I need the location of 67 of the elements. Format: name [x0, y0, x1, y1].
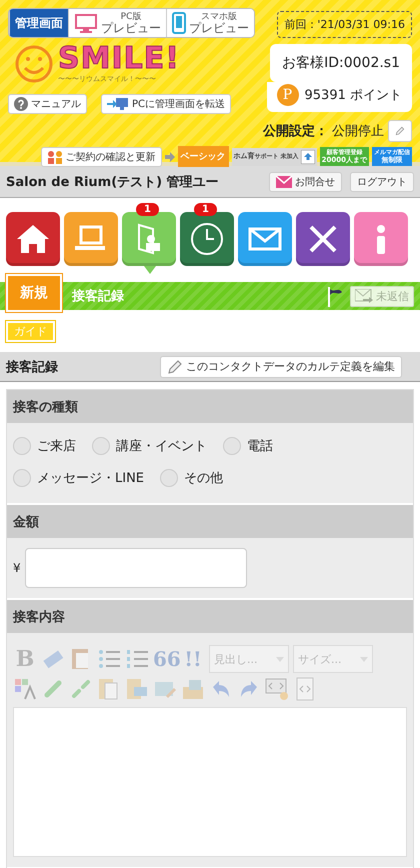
radio-label: メッセージ・LINE [37, 470, 144, 487]
logo-title: SMILE! [58, 44, 180, 74]
folder-monitor-icon[interactable] [125, 677, 149, 701]
menu-tile[interactable] [354, 212, 408, 266]
sub-title: 接客記録 [72, 288, 125, 305]
radio-label: 電話 [247, 438, 273, 455]
menu-tile[interactable] [296, 212, 350, 266]
flag-icon [326, 285, 344, 307]
people-icon [46, 150, 63, 164]
radio-label: ご来店 [37, 438, 76, 455]
smiley-icon [14, 44, 54, 84]
radio-label: その他 [184, 470, 224, 487]
contact-button[interactable]: お問合せ [269, 172, 342, 192]
amount-field[interactable] [24, 548, 247, 588]
count-badge: 1 [194, 203, 217, 216]
menu-tile[interactable] [238, 212, 292, 266]
count-badge: 1 [136, 203, 159, 216]
manual-button[interactable]: マニュアル [8, 94, 87, 114]
plan-label: ベーシック [178, 146, 229, 167]
customer-id: お客様ID:0002.s1 [270, 44, 412, 82]
menu-tile[interactable] [180, 212, 234, 266]
field-header: 接客内容 [7, 600, 413, 633]
edit-button[interactable] [388, 120, 412, 142]
pencil-icon [167, 358, 183, 374]
monitor-icon [74, 13, 98, 33]
edit-definition-button[interactable]: このコンタクトデータのカルテ定義を編集 [160, 356, 402, 378]
radio-button[interactable] [13, 469, 31, 487]
help-icon [14, 97, 28, 111]
clock-icon [189, 221, 225, 257]
menu-tile[interactable] [6, 212, 60, 266]
envelope-arrow-icon [355, 289, 373, 303]
field-header: 金額 [7, 505, 413, 538]
monitor-code-icon[interactable] [265, 677, 289, 701]
unlink-icon[interactable] [69, 677, 93, 701]
photo-frame-icon[interactable] [181, 677, 205, 701]
monitor-arrow-icon [107, 97, 129, 111]
bullet-list-icon[interactable] [97, 647, 121, 671]
arrow-icon [164, 152, 175, 162]
caret-icon [360, 656, 368, 662]
radio-button[interactable] [223, 437, 241, 455]
menu-tile[interactable] [64, 212, 118, 266]
text-editor[interactable] [13, 707, 407, 857]
caret-icon [276, 656, 284, 662]
radio-button[interactable] [92, 437, 110, 455]
publish-status: 公開停止 [332, 123, 384, 140]
numbered-list-icon[interactable] [125, 647, 149, 671]
logout-button[interactable]: ログアウト [350, 172, 414, 192]
points-badge: P [276, 84, 298, 106]
contract-button[interactable]: ご契約の確認と更新 [40, 146, 162, 166]
radio-label: 講座・イベント [116, 438, 207, 455]
radio-button[interactable] [160, 469, 178, 487]
publish-label: 公開設定： [263, 122, 328, 140]
points-value: 95391 ポイント [304, 87, 402, 104]
phone-icon [172, 12, 186, 34]
admin-tab[interactable]: 管理画面 [9, 9, 68, 37]
upload-icon [300, 150, 315, 164]
last-login-time: 前回：'21/03/31 09:16 [277, 10, 412, 38]
currency-symbol: ¥ [13, 561, 21, 575]
transfer-button[interactable]: PCに管理画面を転送 [101, 94, 232, 114]
text-color-icon[interactable] [13, 677, 37, 701]
info-icon [377, 224, 385, 254]
radio-button[interactable] [13, 437, 31, 455]
page-title: Salon de Rium(テスト) 管理ユー [6, 174, 219, 190]
section-title: 接客記録 [6, 358, 58, 376]
preview-tab[interactable]: スマホ版 プレビュー [166, 9, 254, 37]
field-header: 接客の種類 [7, 390, 413, 423]
envelope-icon [276, 176, 292, 188]
